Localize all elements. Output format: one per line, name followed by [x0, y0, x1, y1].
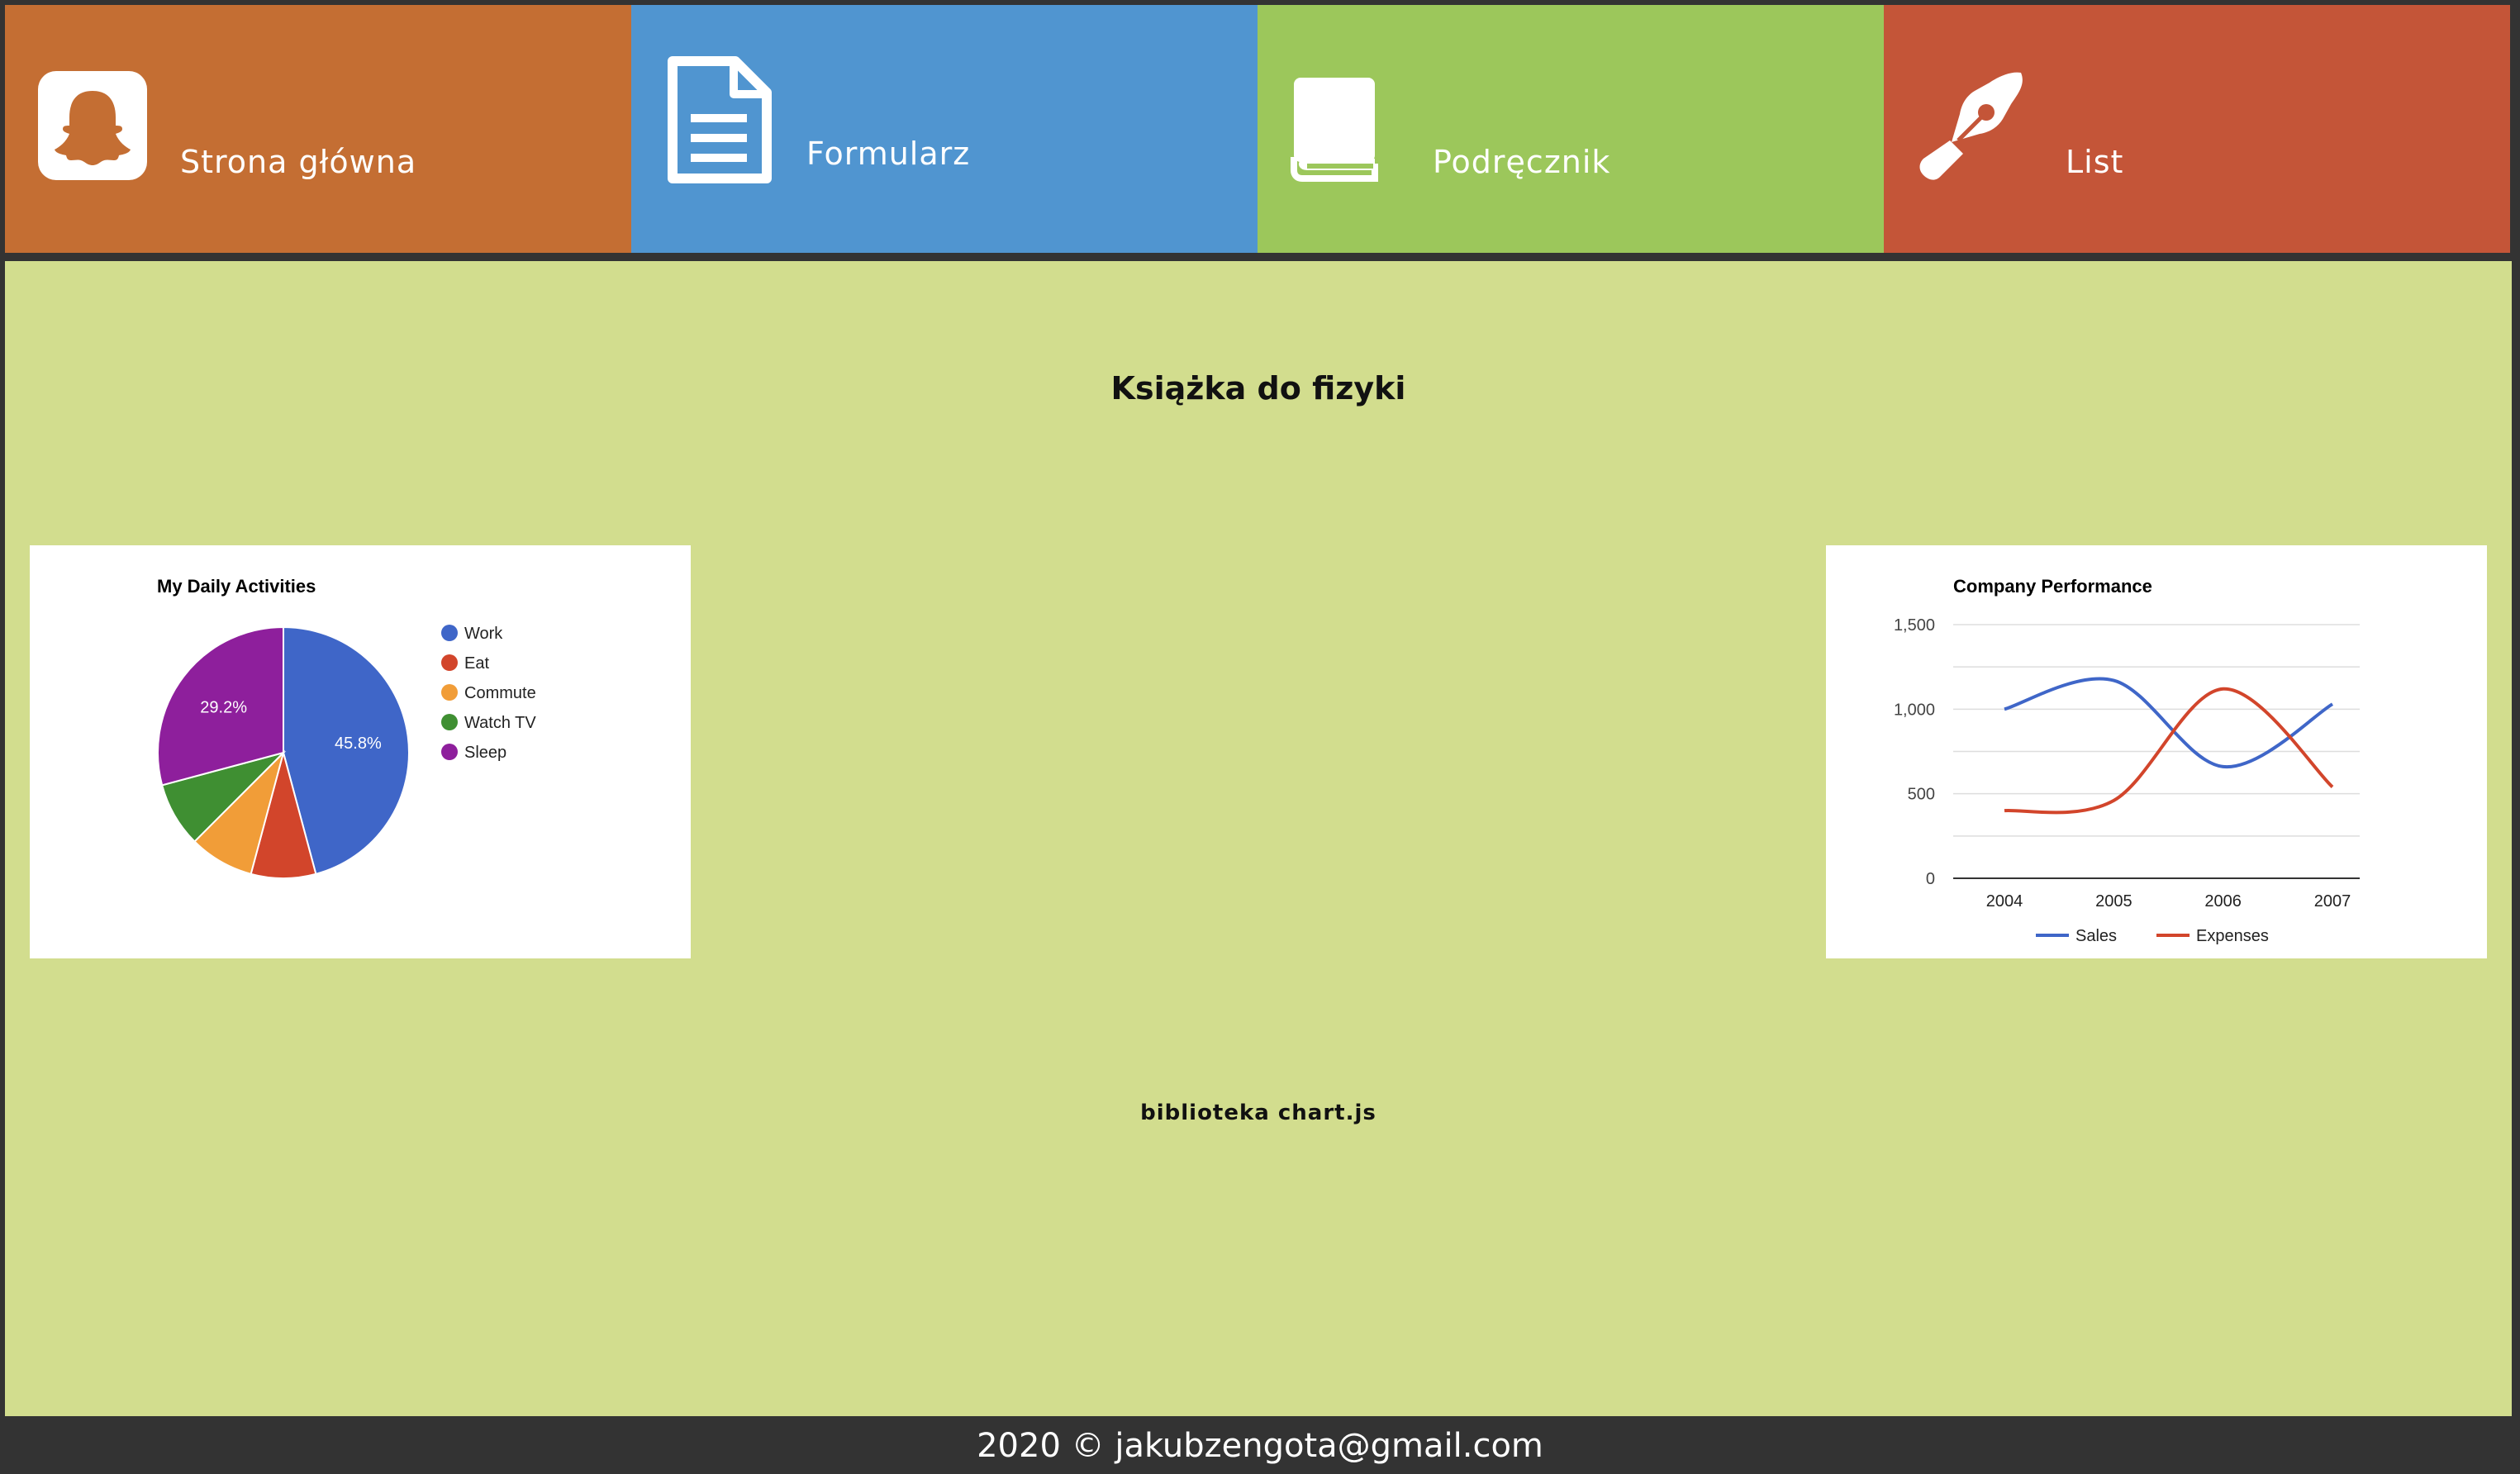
pie-legend-entry: Eat [464, 654, 489, 673]
line-chart-card: Company Performance 0 500 1,000 1,500 2004 200… [1826, 545, 2487, 958]
nav-tile-letter[interactable]: List [1884, 5, 2510, 253]
line-chart: Company Performance 0 500 1,000 1,500 2004 200… [1894, 576, 2360, 945]
legend-marker [441, 744, 458, 760]
pie-data-label: 45.8% [335, 735, 382, 753]
pie-chart: My Daily Activities 45.8% 29.2% Work Eat Comm… [157, 576, 536, 879]
snapchat-ghost-icon [38, 71, 147, 180]
pie-chart-card: My Daily Activities 45.8% 29.2% Work Eat Comm… [30, 545, 691, 958]
x-tick-label: 2006 [2204, 892, 2242, 911]
y-tick-label: 500 [1908, 786, 1935, 804]
pie-chart-title: My Daily Activities [157, 576, 316, 597]
page-title: Książka do fizyki [1110, 370, 1406, 407]
line-legend-entry: Expenses [2196, 927, 2269, 945]
nav-label-form: Formularz [806, 136, 971, 172]
line-legend-entry: Sales [2075, 927, 2117, 945]
book-icon [1291, 78, 1378, 182]
footer: 2020 © jakubzengota@gmail.com [977, 1427, 1543, 1465]
legend-marker [441, 684, 458, 701]
y-tick-label: 0 [1926, 870, 1935, 888]
nav-label-letter: List [2066, 144, 2124, 180]
nav-label-handbook: Podręcznik [1433, 144, 1611, 180]
top-navigation: Strona główna Formularz Podręcznik List [5, 5, 2512, 253]
y-tick-label: 1,000 [1894, 701, 1935, 719]
line-chart-title: Company Performance [1953, 576, 2152, 597]
pie-legend-entry: Watch TV [464, 714, 536, 732]
series-line-sales [2004, 677, 2334, 768]
x-tick-label: 2004 [1986, 892, 2023, 911]
pie-legend-entry: Sleep [464, 744, 506, 762]
x-tick-label: 2005 [2095, 892, 2132, 911]
nav-label-home: Strona główna [180, 144, 417, 180]
pie-legend-entry: Commute [464, 684, 536, 702]
pen-nib-icon [1919, 72, 2023, 180]
legend-marker [441, 625, 458, 641]
nav-tile-handbook[interactable]: Podręcznik [1258, 5, 1884, 253]
nav-tile-form[interactable]: Formularz [631, 5, 1258, 253]
x-tick-label: 2007 [2314, 892, 2351, 911]
y-tick-label: 1,500 [1894, 616, 1935, 635]
pie-data-label: 29.2% [200, 698, 247, 716]
legend-marker [441, 654, 458, 671]
content-area: Książka do fizyki My Daily Activities 45.… [5, 261, 2512, 1416]
pie-legend-entry: Work [464, 625, 503, 643]
nav-tile-home[interactable]: Strona główna [5, 5, 631, 253]
chart-library-caption: biblioteka chart.js [1140, 1101, 1376, 1125]
document-icon [668, 56, 772, 183]
legend-marker [441, 714, 458, 730]
